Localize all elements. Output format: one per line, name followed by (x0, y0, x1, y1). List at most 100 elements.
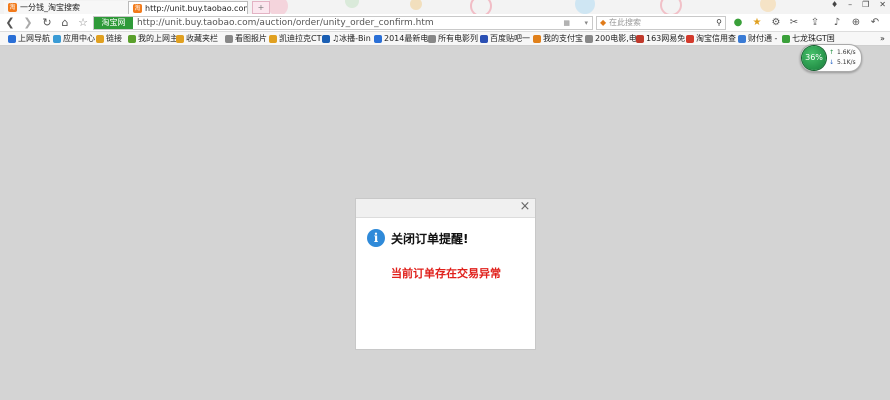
bookmark-favicon-icon (96, 34, 104, 43)
chat-icon[interactable]: ● (731, 16, 745, 30)
network-speed-widget[interactable]: 36% ↑ 1.6K/s ↓ 5.1K/s (800, 44, 862, 72)
tab-label: http://unit.buy.taobao.con (145, 3, 248, 13)
bookmark-favicon-icon (686, 34, 694, 43)
decor-circle (410, 0, 422, 10)
share-icon[interactable]: ⇪ (808, 16, 822, 30)
bookmark-favicon-icon (738, 34, 746, 43)
decor-circle (575, 0, 595, 14)
dialog-header: × (356, 199, 535, 218)
decor-circle (268, 0, 288, 14)
bookmark-label: 163网易免 (646, 34, 686, 43)
memory-usage-indicator[interactable]: 36% (802, 46, 826, 70)
site-verified-badge[interactable]: 淘宝网 (94, 17, 133, 29)
bookmark-favicon-icon (533, 34, 541, 43)
address-bar[interactable]: 淘宝网 http://unit.buy.taobao.com/auction/o… (93, 16, 593, 30)
url-text[interactable]: http://unit.buy.taobao.com/auction/order… (137, 17, 434, 29)
bookmark-item[interactable]: 凯迪拉克CT (269, 32, 321, 45)
bookmark-favicon-icon (225, 34, 233, 43)
bookmark-label: ♫冰播-Bin (332, 34, 371, 43)
bookmark-label: 凯迪拉克CT (279, 34, 322, 43)
bookmark-favicon-icon (53, 34, 61, 43)
decor-circle (660, 0, 682, 14)
search-icon[interactable]: ⚲ (716, 17, 722, 29)
bookmark-item[interactable]: 链接 (96, 32, 122, 45)
taobao-favicon: 淘 (8, 3, 17, 12)
info-icon: i (367, 229, 385, 247)
bookmark-label: 我的支付宝 (543, 34, 583, 43)
search-input[interactable]: 在此搜索 (609, 17, 641, 29)
bookmark-favicon-icon (8, 34, 16, 43)
bookmark-favicon-icon (269, 34, 277, 43)
bookmark-item[interactable]: 2014最新电 (374, 32, 428, 45)
new-tab-button[interactable]: + (252, 1, 270, 14)
bookmark-item[interactable]: 上网导航 (8, 32, 50, 45)
window-controls: ♦ – ❐ ✕ (831, 0, 886, 9)
bookmark-item[interactable]: 163网易免 (636, 32, 685, 45)
dialog-title: 关闭订单提醒! (391, 232, 469, 246)
upload-rate-value: 1.6K/s (837, 49, 856, 56)
screenshot-scissors-icon[interactable]: ✂ (787, 16, 801, 30)
bookmark-label: 上网导航 (18, 34, 50, 43)
home-button[interactable]: ⌂ (58, 16, 72, 30)
close-window-button[interactable]: ✕ (879, 0, 886, 9)
tools-icon[interactable]: ⚙ (769, 16, 783, 30)
bookmark-item[interactable]: 财付通 - (738, 32, 777, 45)
bookmark-favicon-icon (585, 34, 593, 43)
tab-order-confirm[interactable]: 淘 http://unit.buy.taobao.con × (128, 1, 248, 14)
decor-circle (470, 0, 492, 14)
bookmark-favicon-icon (782, 34, 790, 43)
bookmark-item[interactable]: 应用中心 (53, 32, 95, 45)
upload-arrow-icon: ↑ (829, 49, 835, 56)
bookmark-item[interactable]: ♫冰播-Bin (322, 32, 371, 45)
bookmark-item[interactable]: 看图报片 (225, 32, 267, 45)
bookmark-label: 淘宝信用查 (696, 34, 736, 43)
bookmarks-bar: 上网导航 应用中心 链接 我的上网主 收藏夹栏 看图报片 凯迪拉克CT ♫冰播-Bin 2014… (0, 32, 890, 46)
forward-button[interactable]: ❯ (21, 16, 35, 30)
search-box[interactable]: ◆ 在此搜索 ⚲ (596, 16, 726, 30)
search-engine-icon[interactable]: ◆ (600, 17, 606, 29)
bookmark-item[interactable]: 我的上网主 (128, 32, 178, 45)
bookmark-item[interactable]: 我的支付宝 (533, 32, 583, 45)
dialog-message: 当前订单存在交易异常 (391, 267, 501, 280)
volume-icon[interactable]: ♪ (830, 16, 844, 30)
bookmark-item[interactable]: 收藏夹栏 (176, 32, 218, 45)
bookmark-favicon-icon (636, 34, 644, 43)
favorites-icon[interactable]: ★ (750, 16, 764, 30)
bookmark-label: 所有电影列 (438, 34, 478, 43)
reload-button[interactable]: ↻ (40, 16, 54, 30)
bookmarks-overflow-icon[interactable]: » (880, 32, 885, 45)
skin-icon[interactable]: ♦ (831, 0, 838, 9)
address-dropdown-icon[interactable]: ▾ (584, 17, 588, 29)
bookmark-label: 2014最新电 (384, 34, 429, 43)
bookmark-favicon-icon (374, 34, 382, 43)
bookmark-favicon-icon (128, 34, 136, 43)
download-rate: ↓ 5.1K/s (829, 59, 856, 66)
bookmark-item[interactable]: 百度贴吧一 (480, 32, 530, 45)
navigation-bar: ❮ ❯ ↻ ⌂ ☆ 淘宝网 http://unit.buy.taobao.com… (0, 14, 890, 32)
bookmark-favicon-icon (480, 34, 488, 43)
download-rate-value: 5.1K/s (837, 59, 856, 66)
qr-code-icon[interactable]: ▦ (563, 17, 570, 29)
bookmark-favicon-icon (428, 34, 436, 43)
download-icon[interactable]: ⊕ (849, 16, 863, 30)
download-arrow-icon: ↓ (829, 59, 835, 66)
bookmark-item[interactable]: 200电影,电 (585, 32, 637, 45)
bookmark-item[interactable]: 淘宝信用查 (686, 32, 736, 45)
close-order-dialog: × i 关闭订单提醒! 当前订单存在交易异常 (355, 198, 536, 350)
tab-strip: 淘 一分钱_淘宝搜索 淘 http://unit.buy.taobao.con … (0, 0, 890, 14)
decor-circle (760, 0, 776, 12)
back-button[interactable]: ❮ (3, 16, 17, 30)
maximize-button[interactable]: ❐ (862, 0, 869, 9)
bookmark-item[interactable]: 所有电影列 (428, 32, 478, 45)
tab-taobao-search[interactable]: 淘 一分钱_淘宝搜索 (4, 1, 128, 14)
favorite-star-icon[interactable]: ☆ (76, 16, 90, 30)
bookmark-label: 我的上网主 (138, 34, 178, 43)
bookmark-label: 看图报片 (235, 34, 267, 43)
dialog-close-button[interactable]: × (519, 200, 531, 213)
bookmark-label: 财付通 - (748, 34, 778, 43)
taobao-favicon: 淘 (133, 3, 142, 13)
bookmark-favicon-icon (176, 34, 184, 43)
minimize-button[interactable]: – (848, 0, 852, 9)
undo-icon[interactable]: ↶ (868, 16, 882, 30)
tab-label: 一分钱_淘宝搜索 (20, 3, 80, 12)
